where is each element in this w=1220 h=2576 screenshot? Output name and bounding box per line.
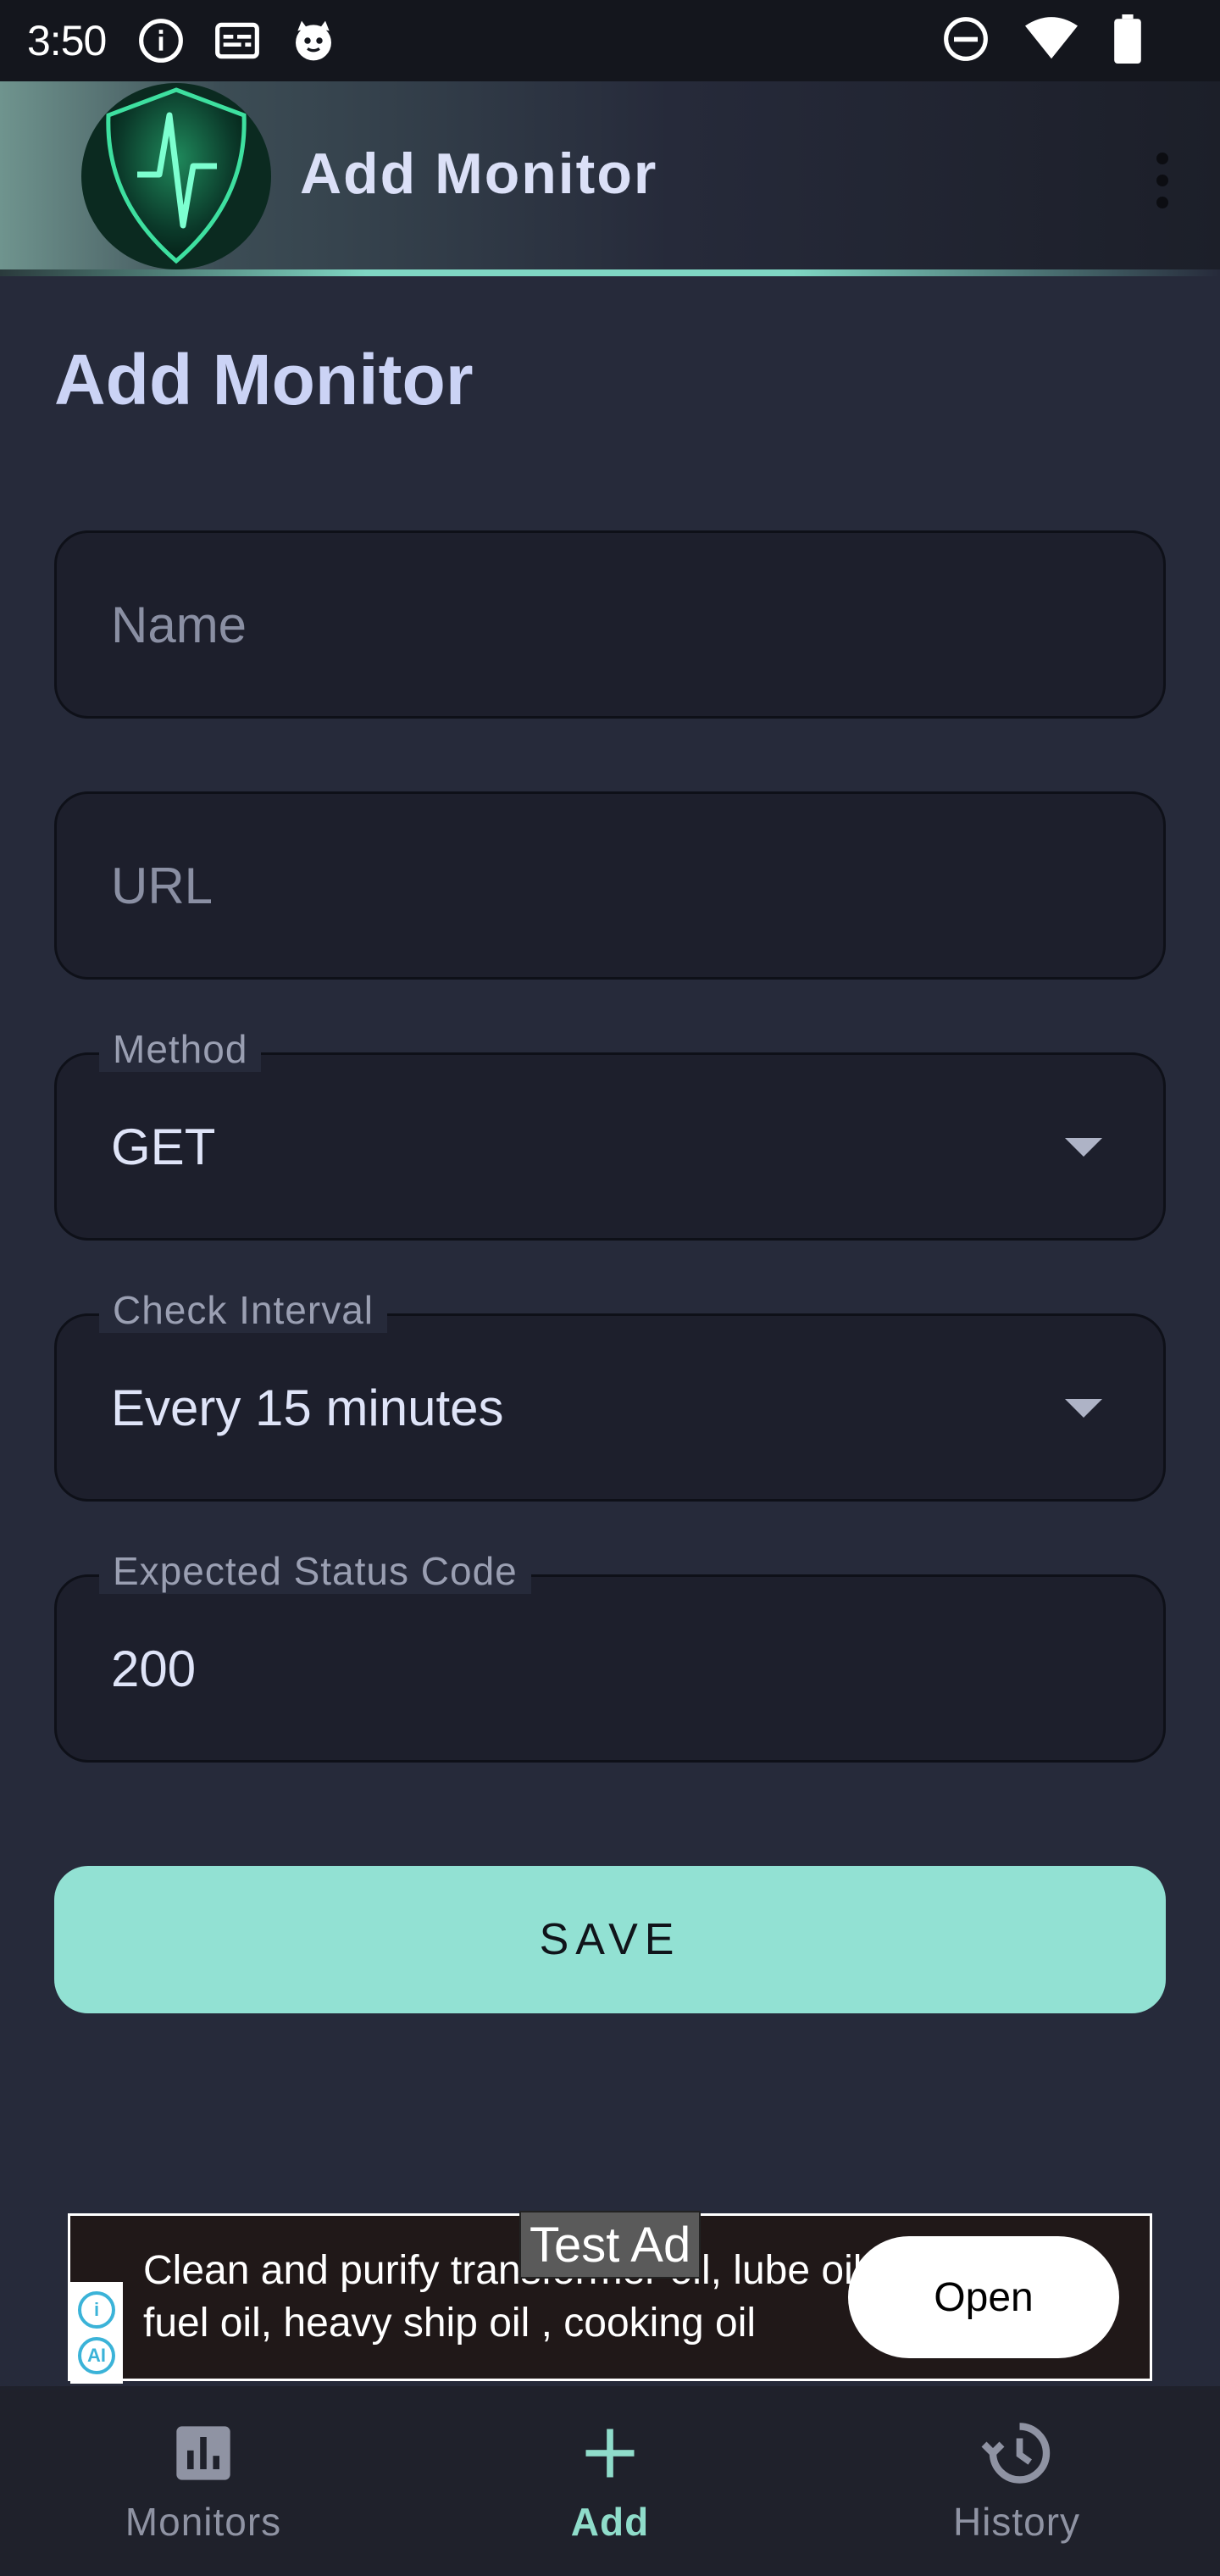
app-bar-title: Add Monitor (300, 142, 658, 206)
wifi-icon (1025, 15, 1078, 67)
app-bar: Add Monitor (0, 81, 1220, 276)
dot-icon (1156, 175, 1168, 186)
more-options-button[interactable] (1135, 142, 1190, 219)
page-title: Add Monitor (54, 340, 474, 419)
status-right (942, 14, 1193, 68)
url-input[interactable] (111, 794, 1043, 977)
nav-item-add[interactable]: Add (407, 2386, 813, 2576)
battery-icon (1113, 14, 1142, 68)
test-ad-badge: Test Ad (519, 2211, 702, 2279)
bar-chart-icon (168, 2418, 239, 2489)
shield-logo-icon (78, 81, 274, 269)
name-input[interactable] (111, 533, 1043, 716)
url-field[interactable] (54, 791, 1166, 980)
dropdown-arrow-icon (1065, 1399, 1102, 1418)
name-field[interactable] (54, 530, 1166, 719)
nav-label-monitors: Monitors (125, 2500, 282, 2544)
cat-face-icon (289, 16, 338, 65)
nav-item-history[interactable]: History (813, 2386, 1220, 2576)
method-value: GET (111, 1118, 216, 1175)
check-interval-dropdown[interactable]: Check Interval Every 15 minutes (54, 1287, 1166, 1502)
status-bar: 3:50 (0, 0, 1220, 81)
ad-choices[interactable]: i AI (70, 2282, 123, 2384)
ad-text[interactable]: Clean and purify transformer oil, lube o… (143, 2245, 889, 2350)
dot-icon (1156, 153, 1168, 164)
ad-banner[interactable]: i AI Clean and purify transformer oil, l… (68, 2211, 1152, 2384)
plus-icon (574, 2418, 646, 2489)
expected-status-code-field[interactable]: Expected Status Code 200 (54, 1548, 1166, 1763)
bottom-nav: Monitors Add History (0, 2386, 1220, 2576)
info-icon (136, 16, 186, 65)
nav-label-add: Add (570, 2500, 650, 2544)
dot-icon (1156, 197, 1168, 208)
save-button[interactable]: SAVE (54, 1866, 1166, 2013)
do-not-disturb-icon (942, 15, 990, 67)
method-dropdown[interactable]: Method GET (54, 1026, 1166, 1241)
nav-item-monitors[interactable]: Monitors (0, 2386, 407, 2576)
nav-label-history: History (952, 2500, 1081, 2544)
dropdown-arrow-icon (1065, 1138, 1102, 1157)
history-icon (981, 2418, 1052, 2489)
ad-open-button[interactable]: Open (848, 2236, 1119, 2358)
expected-status-code-value[interactable]: 200 (111, 1577, 1043, 1760)
captions-icon (213, 16, 262, 65)
check-interval-value: Every 15 minutes (111, 1379, 504, 1436)
ad-info-icon: i (78, 2291, 115, 2329)
ad-ai-icon: AI (78, 2337, 115, 2374)
status-time: 3:50 (27, 17, 107, 64)
